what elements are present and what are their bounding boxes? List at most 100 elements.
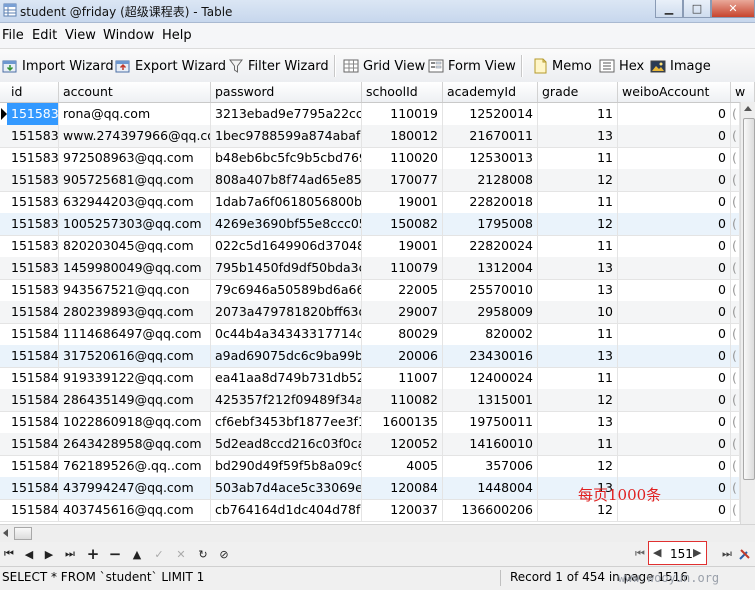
column-header-weiboaccount[interactable]: weiboAccount — [618, 82, 731, 102]
cell-grade[interactable]: 11 — [538, 147, 618, 169]
cell-w[interactable]: ( — [731, 455, 740, 477]
cell-account[interactable]: 1022860918@qq.com — [59, 411, 211, 433]
column-header-academyid[interactable]: academyId — [443, 82, 538, 102]
cell-schoolid[interactable]: 110079 — [362, 257, 443, 279]
table-row[interactable]: 1515834905725681@qq.com808a407b8f74ad65e… — [0, 169, 740, 192]
cell-schoolid[interactable]: 120037 — [362, 499, 443, 521]
cell-academyid[interactable]: 12400024 — [443, 367, 538, 389]
cell-academyid[interactable]: 1315001 — [443, 389, 538, 411]
cell-schoolid[interactable]: 1600135 — [362, 411, 443, 433]
form-view-button[interactable]: Form View — [428, 57, 516, 75]
cell-id[interactable]: 1515845 — [7, 411, 59, 433]
discard-changes-icon[interactable]: ✕ — [174, 547, 188, 561]
cell-grade[interactable]: 13 — [538, 257, 618, 279]
column-header-id[interactable]: id — [7, 82, 59, 102]
menu-help[interactable]: Help — [162, 28, 192, 43]
grid-view-button[interactable]: Grid View — [343, 57, 425, 75]
cell-academyid[interactable]: 19750011 — [443, 411, 538, 433]
cell-w[interactable]: ( — [731, 389, 740, 411]
cell-password[interactable]: ea41aa8d749b731db5240 — [211, 367, 362, 389]
table-row[interactable]: 1515835632944203@qq.com1dab7a6f061805680… — [0, 191, 740, 214]
export-wizard-button[interactable]: Export Wizard — [115, 57, 226, 75]
cell-password[interactable]: a9ad69075dc6c9ba99b03 — [211, 345, 362, 367]
table-row[interactable]: 1515839943567521@qq.con79c6946a50589bd6a… — [0, 279, 740, 302]
cell-schoolid[interactable]: 29007 — [362, 301, 443, 323]
cell-schoolid[interactable]: 110019 — [362, 103, 443, 125]
cell-grade[interactable]: 12 — [538, 213, 618, 235]
cell-schoolid[interactable]: 120084 — [362, 477, 443, 499]
cell-schoolid[interactable]: 22005 — [362, 279, 443, 301]
cell-password[interactable]: 5d2ead8ccd216c03f0cafd — [211, 433, 362, 455]
cell-password[interactable]: bd290d49f59f5b8a09c908 — [211, 455, 362, 477]
cell-w[interactable]: ( — [731, 499, 740, 521]
cell-w[interactable]: ( — [731, 279, 740, 301]
cell-academyid[interactable]: 12530013 — [443, 147, 538, 169]
cell-password[interactable]: cb764164d1dc404d78f02 — [211, 499, 362, 521]
cell-weiboaccount[interactable]: 0 — [618, 455, 731, 477]
cell-account[interactable]: 1459980049@qq.com — [59, 257, 211, 279]
cell-id[interactable]: 1515833 — [7, 147, 59, 169]
table-row[interactable]: 15158411114686497@qq.com0c44b4a343433177… — [0, 323, 740, 346]
cell-grade[interactable]: 10 — [538, 301, 618, 323]
cell-id[interactable]: 1515834 — [7, 169, 59, 191]
column-header-password[interactable]: password — [211, 82, 362, 102]
table-row[interactable]: 15158451022860918@qq.comcf6ebf3453bf1877… — [0, 411, 740, 434]
cell-grade[interactable]: 11 — [538, 323, 618, 345]
cell-id[interactable]: 1515848 — [7, 477, 59, 499]
cell-schoolid[interactable]: 170077 — [362, 169, 443, 191]
memo-button[interactable]: Memo — [532, 57, 592, 75]
column-header-account[interactable]: account — [59, 82, 211, 102]
prior-record-icon[interactable]: ◀ — [22, 547, 36, 561]
table-row[interactable]: 15158462643428958@qq.com5d2ead8ccd216c03… — [0, 433, 740, 456]
cell-grade[interactable]: 13 — [538, 411, 618, 433]
cell-password[interactable]: 79c6946a50589bd6a660c — [211, 279, 362, 301]
table-row[interactable]: 1515844286435149@qq.com425357f212f09489f… — [0, 389, 740, 412]
cell-weiboaccount[interactable]: 0 — [618, 235, 731, 257]
next-record-icon[interactable]: ▶ — [42, 547, 56, 561]
cell-w[interactable]: ( — [731, 235, 740, 257]
cell-password[interactable]: 795b1450fd9df50bda3cf3 — [211, 257, 362, 279]
cell-academyid[interactable]: 25570010 — [443, 279, 538, 301]
data-grid[interactable]: id account password schoolId academyId g… — [0, 82, 755, 524]
filter-wizard-button[interactable]: Filter Wizard — [228, 57, 329, 75]
apply-changes-icon[interactable]: ✓ — [152, 547, 166, 561]
cell-weiboaccount[interactable]: 0 — [618, 125, 731, 147]
cell-weiboaccount[interactable]: 0 — [618, 433, 731, 455]
cell-password[interactable]: 503ab7d4ace5c33069e6f2 — [211, 477, 362, 499]
table-row[interactable]: 1515833972508963@qq.comb48eb6bc5fc9b5cbd… — [0, 147, 740, 170]
cell-grade[interactable]: 13 — [538, 345, 618, 367]
close-button[interactable]: ✕ — [711, 0, 755, 18]
cell-schoolid[interactable]: 80029 — [362, 323, 443, 345]
cell-account[interactable]: 286435149@qq.com — [59, 389, 211, 411]
table-row[interactable]: 1515831rona@qq.com3213ebad9e7795a22cc431… — [0, 103, 740, 126]
cell-academyid[interactable]: 136600206 — [443, 499, 538, 521]
settings-tools-icon[interactable] — [738, 547, 752, 561]
cell-academyid[interactable]: 22820018 — [443, 191, 538, 213]
image-button[interactable]: Image — [650, 57, 711, 75]
cell-w[interactable]: ( — [731, 367, 740, 389]
cell-academyid[interactable]: 1795008 — [443, 213, 538, 235]
stop-icon[interactable]: ⊘ — [217, 547, 231, 561]
cell-account[interactable]: 280239893@qq.com — [59, 301, 211, 323]
import-wizard-button[interactable]: Import Wizard — [2, 57, 114, 75]
cell-id[interactable]: 1515838 — [7, 257, 59, 279]
cell-grade[interactable]: 11 — [538, 433, 618, 455]
cell-w[interactable]: ( — [731, 213, 740, 235]
cell-schoolid[interactable]: 19001 — [362, 191, 443, 213]
cell-weiboaccount[interactable]: 0 — [618, 367, 731, 389]
menu-window[interactable]: Window — [103, 28, 154, 43]
cell-account[interactable]: www.274397966@qq.com — [59, 125, 211, 147]
table-row[interactable]: 1515832www.274397966@qq.com1bec9788599a8… — [0, 125, 740, 148]
cell-weiboaccount[interactable]: 0 — [618, 301, 731, 323]
cell-weiboaccount[interactable]: 0 — [618, 323, 731, 345]
cell-w[interactable]: ( — [731, 169, 740, 191]
cell-weiboaccount[interactable]: 0 — [618, 411, 731, 433]
cell-grade[interactable]: 12 — [538, 169, 618, 191]
cell-academyid[interactable]: 23430016 — [443, 345, 538, 367]
cell-schoolid[interactable]: 19001 — [362, 235, 443, 257]
cell-academyid[interactable]: 22820024 — [443, 235, 538, 257]
cell-account[interactable]: rona@qq.com — [59, 103, 211, 125]
cell-id[interactable]: 1515835 — [7, 191, 59, 213]
cell-grade[interactable]: 11 — [538, 367, 618, 389]
menu-file[interactable]: File — [2, 28, 24, 43]
